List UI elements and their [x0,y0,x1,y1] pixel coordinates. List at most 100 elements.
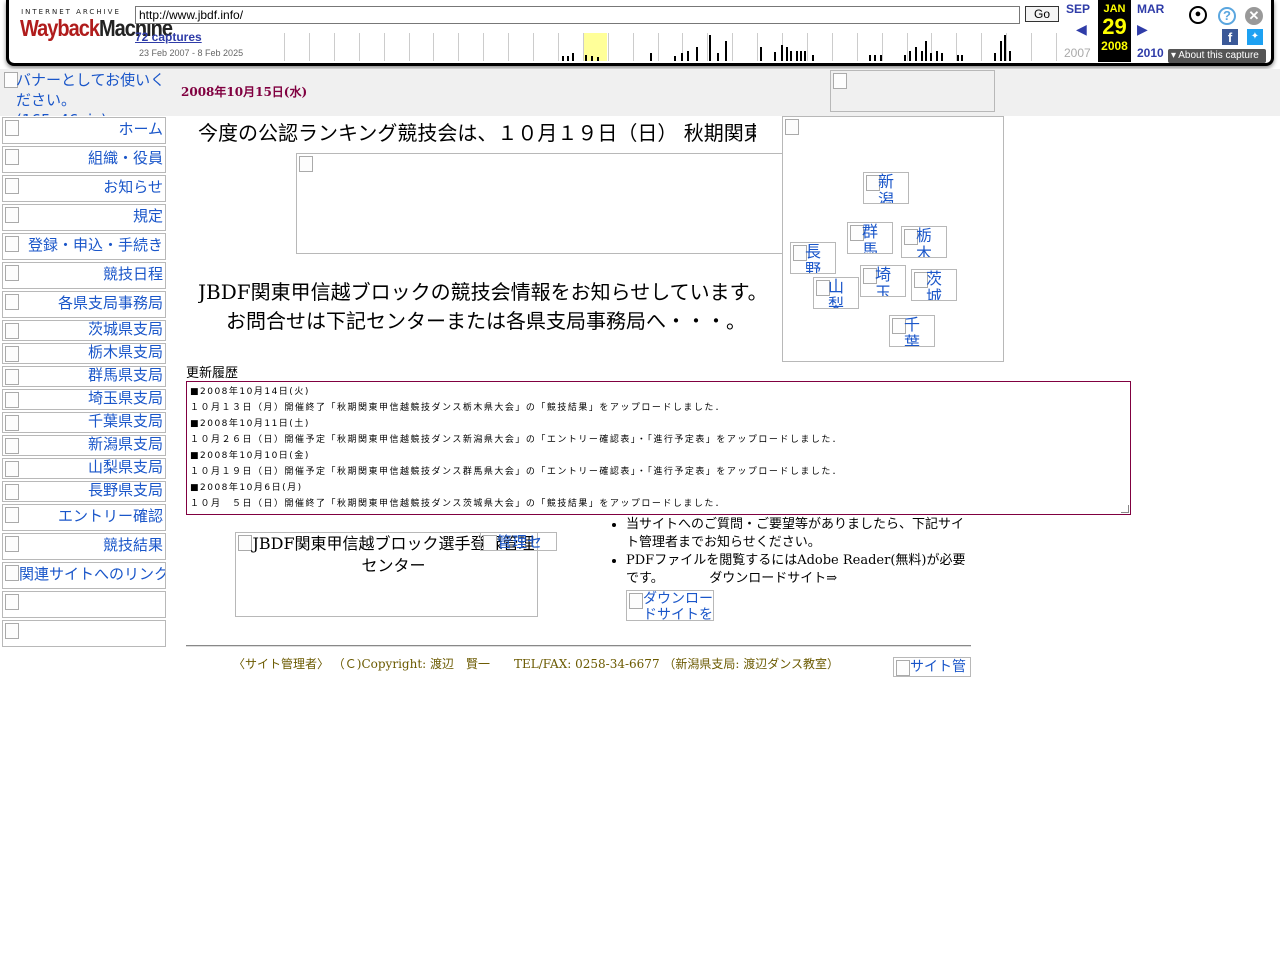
about-capture-label: About this capture [1178,50,1259,61]
current-date: 2008年10月15日(水) [181,85,308,99]
help-icon[interactable]: ? [1218,7,1236,25]
sidebar-item-label: 栃木県支局 [87,343,163,361]
sidebar-item-news[interactable]: お知らせ [2,175,166,202]
wayback-toolbar: INTERNET ARCHIVE WaybackMachine http://w… [0,0,1280,68]
wayback-logo-top: INTERNET ARCHIVE [21,8,121,16]
sidebar-item-ibaraki[interactable]: 茨城県支局 [2,320,166,341]
history-line: ■2008年10月6日(月) [190,483,303,493]
map-pref-saitama[interactable]: 埼玉県 [860,265,906,297]
map-pref-yamanashi[interactable]: 山梨県 [813,277,859,309]
sparkline-bar [696,47,698,61]
map-pref-nagano[interactable]: 長野県 [790,242,836,274]
sidebar-item-extra-1[interactable] [2,591,166,618]
map-pref-label: 長野県 [805,242,822,274]
wayback-url-input[interactable]: http://www.jbdf.info/ [135,6,1020,24]
sidebar-item-label: 登録・申込・手続き [27,236,163,254]
sparkline-bar [869,55,871,61]
sidebar-item-saitama[interactable]: 埼玉県支局 [2,389,166,410]
map-pref-label: 千葉県 [904,315,921,347]
sidebar-item-label: ホーム [118,120,163,138]
close-icon[interactable]: ✕ [1245,7,1263,25]
sparkline-gridline [981,33,983,61]
history-line: ■2008年10月11日(土) [190,419,310,429]
sparkline-bar [1009,51,1011,61]
history-label: 更新履歴 [186,366,239,381]
sidebar-item-results[interactable]: 競技結果 [2,533,166,560]
wayback-logo[interactable]: INTERNET ARCHIVE WaybackMachine [20,8,173,52]
sparkline-bar [936,51,938,61]
sidebar-item-branch-offices[interactable]: 各県支局事務局 [2,291,166,318]
sidebar-item-schedule[interactable]: 競技日程 [2,262,166,289]
sidebar-item-related-links[interactable]: 関連サイトへのリンク [2,562,166,589]
update-history-textarea[interactable]: ■2008年10月14日(火) １０月１３日（月）開催終了「秋期関東甲信越競技ダン… [186,381,1131,515]
map-pref-label: 栃木県 [916,226,933,258]
sparkline-bar [961,55,963,61]
sparkline-gridline [906,33,908,61]
footer-admin-image[interactable]: サイト管 [893,657,971,677]
wayback-captures-link[interactable]: 72 captures [135,30,202,44]
sparkline-gridline [458,33,460,61]
sparkline-gridline [831,33,833,61]
sparkline-bar [1004,35,1006,61]
sidebar-item-home[interactable]: ホーム [2,117,166,144]
sparkline-bar [562,56,564,61]
wayback-prev-month[interactable]: SEP [1066,2,1090,16]
history-line: １０月 ５日（日）開催終了「秋期関東甲信越競技ダンス茨城県大会」の「競技結果」を… [190,499,726,509]
sparkline-gridline [557,33,559,61]
sidebar-item-extra-2[interactable] [2,620,166,647]
sidebar-item-entry-check[interactable]: エントリー確認 [2,504,166,531]
site-banner-image[interactable]: バナーとしてお使いください。(165x46pix) [2,70,166,116]
sparkline-bar [781,45,783,61]
prev-capture-arrow-icon[interactable]: ◀ [1076,22,1087,38]
sidebar-item-label: 組織・役員 [87,149,163,167]
sidebar-item-niigata[interactable]: 新潟県支局 [2,435,166,456]
about-capture-button[interactable]: ▾ About this capture [1168,49,1266,63]
wayback-logo-main-a: Wayback [20,16,100,42]
info-line2: お問合せは下記センターまたは各県支局事務局へ・・・。 [226,309,746,333]
sidebar-item-chiba[interactable]: 千葉県支局 [2,412,166,433]
adobe-download-link[interactable]: ダウンロードサイトを開く [626,590,714,621]
sidebar-item-tochigi[interactable]: 栃木県支局 [2,343,166,364]
footer-admin-alt: サイト管 [910,659,966,675]
wayback-next-year[interactable]: 2010 [1137,46,1164,60]
sparkline-bar [915,47,917,61]
sidebar-item-rules[interactable]: 規定 [2,204,166,231]
sidebar-item-label: お知らせ [103,178,163,196]
admin-center-image[interactable]: 管理セ [480,532,557,551]
adobe-download-alt: ダウンロードサイトを開く [643,591,713,621]
wayback-capture-range: 23 Feb 2007 - 8 Feb 2025 [139,48,244,58]
sparkline-bar [880,55,882,61]
sparkline-bar [597,57,599,61]
sidebar-item-label: 競技日程 [102,265,163,283]
map-pref-ibaraki[interactable]: 茨城県 [911,269,957,301]
sidebar-item-organization[interactable]: 組織・役員 [2,146,166,173]
sidebar-item-yamanashi[interactable]: 山梨県支局 [2,458,166,479]
resize-handle-icon[interactable] [1121,505,1129,513]
next-capture-arrow-icon[interactable]: ▶ [1137,22,1148,38]
map-pref-gunma[interactable]: 群馬県 [847,222,893,254]
sidebar-item-nagano[interactable]: 長野県支局 [2,481,166,502]
wayback-next-month[interactable]: MAR [1137,2,1164,16]
sidebar-item-registration[interactable]: 登録・申込・手続き [2,233,166,260]
sparkline-bar [930,53,932,61]
header-image [830,70,995,112]
history-line: ■2008年10月14日(火) [190,387,310,397]
sidebar-item-gunma[interactable]: 群馬県支局 [2,366,166,387]
facebook-icon[interactable]: f [1222,29,1238,45]
info-item-contact: 当サイトへのご質問・ご要望等がありましたら、下記サイト管理者までお知らせください… [626,516,968,552]
footer-divider [186,645,971,647]
twitter-icon[interactable]: ✦ [1247,29,1263,45]
sidebar-item-label: 千葉県支局 [87,412,163,430]
sparkline-gridline [533,33,534,61]
map-pref-tochigi[interactable]: 栃木県 [901,226,947,258]
wayback-sparkline[interactable] [284,33,1060,61]
map-pref-niigata[interactable]: 新潟県 [863,172,909,204]
history-line: １０月１９日（日）開催予定「秋期関東甲信越競技ダンス群馬県大会」の「エントリー確… [190,467,843,477]
history-lines: ■2008年10月14日(火) １０月１３日（月）開催終了「秋期関東甲信越競技ダン… [190,384,1127,512]
main-banner-image [296,153,783,254]
wayback-go-button[interactable]: Go [1025,6,1059,22]
sparkline-bar [957,55,959,61]
info-item-pdf: PDFファイルを閲覧するにはAdobe Reader(無料)が必要です。 ダウン… [626,552,968,588]
map-pref-chiba[interactable]: 千葉県 [889,315,935,347]
user-icon[interactable]: ● [1189,6,1207,24]
